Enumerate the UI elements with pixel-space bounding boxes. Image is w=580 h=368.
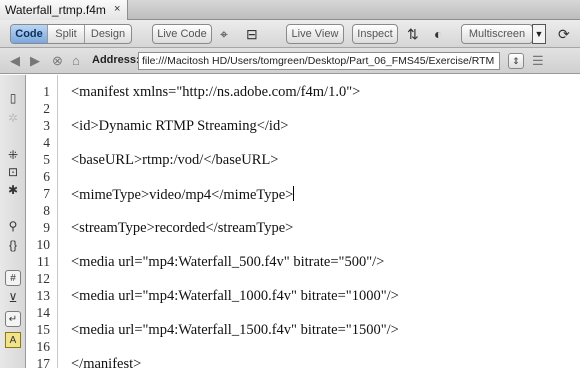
document-tab[interactable]: Waterfall_rtmp.f4m × (0, 0, 128, 20)
line-number: 17 (36, 356, 51, 368)
code-line[interactable]: <manifest xmlns="http://ns.adobe.com/f4m… (71, 84, 360, 101)
line-number: 10 (36, 237, 51, 252)
balance-braces-icon[interactable]: {} (5, 237, 21, 253)
preview-globe-icon[interactable]: ◐ (434, 25, 442, 43)
stop-icon[interactable]: ⊗ (52, 53, 63, 69)
multiscreen-button[interactable]: Multiscreen (461, 24, 533, 44)
code-line[interactable]: <streamType>recorded</streamType> (71, 220, 293, 237)
code-line-text: <id>Dynamic RTMP Streaming</id> (71, 118, 289, 134)
code-line-text: <media url="mp4:Waterfall_1500.f4v" bitr… (71, 322, 399, 338)
multiscreen-dropdown-icon[interactable]: ▼ (532, 24, 546, 44)
line-numbers-icon[interactable]: # (5, 270, 21, 286)
close-tab-icon[interactable]: × (114, 3, 120, 15)
address-label: Address: (92, 54, 140, 66)
code-navigator-icon[interactable]: ⌖ (220, 25, 228, 43)
code-line[interactable]: </manifest> (71, 356, 141, 368)
page-list-icon[interactable]: ☰ (532, 53, 544, 69)
code-line[interactable]: <id>Dynamic RTMP Streaming</id> (71, 118, 288, 135)
home-icon[interactable]: ⌂ (72, 53, 80, 68)
address-bar: ◀ ▶ ⊗ ⌂ Address: file:///Macitosh HD/Use… (0, 48, 580, 74)
collapse-full-tag-icon[interactable]: ⁜ (5, 147, 21, 163)
code-line[interactable]: <media url="mp4:Waterfall_1000.f4v" bitr… (71, 288, 399, 305)
line-number: 5 (43, 152, 50, 167)
syntax-coloring-icon[interactable]: A (5, 332, 21, 348)
collapse-selection-icon[interactable]: ⊡ (5, 164, 21, 180)
code-line-text: <baseURL>rtmp:/vod/</baseURL> (71, 152, 279, 168)
address-input[interactable]: file:///Macitosh HD/Users/tomgreen/Deskt… (138, 52, 500, 70)
code-line-text: <media url="mp4:Waterfall_1000.f4v" bitr… (71, 288, 399, 304)
line-number-gutter: 1 2 3 4 5 6 7 8 9 10 11 12 13 14 15 16 17 (27, 75, 58, 368)
code-line-text: <media url="mp4:Waterfall_500.f4v" bitra… (71, 254, 385, 270)
show-code-navigator-icon[interactable]: ✲ (5, 110, 21, 126)
code-line[interactable]: <baseURL>rtmp:/vod/</baseURL> (71, 152, 279, 169)
code-line-text: <mimeType>video/mp4</mimeType> (71, 187, 294, 203)
wrap-lines-icon[interactable]: ↵ (5, 311, 21, 327)
expand-all-icon[interactable]: ✱ (5, 182, 21, 198)
line-number: 3 (43, 118, 50, 133)
line-number: 9 (43, 220, 50, 235)
line-number: 8 (43, 203, 50, 218)
line-number: 1 (43, 84, 50, 99)
line-number: 2 (43, 101, 50, 116)
inspect-button[interactable]: Inspect (352, 24, 398, 44)
forward-arrow-icon[interactable]: ▶ (30, 53, 40, 69)
line-number: 12 (36, 271, 51, 286)
view-switcher: Code Split Design (10, 24, 132, 44)
highlight-invalid-code-icon[interactable]: ⊻ (5, 290, 21, 306)
live-view-button[interactable]: Live View (286, 24, 344, 44)
code-editor[interactable]: <manifest xmlns="http://ns.adobe.com/f4m… (58, 75, 580, 368)
line-number: 7 (43, 186, 50, 201)
refresh-icon[interactable]: ⟳ (558, 25, 570, 43)
back-arrow-icon[interactable]: ◀ (10, 53, 20, 69)
line-number: 11 (37, 254, 50, 269)
validate-markup-icon[interactable]: ⊟ (246, 25, 258, 43)
code-line-text: <manifest xmlns="http://ns.adobe.com/f4m… (71, 84, 361, 100)
code-line-text: <streamType>recorded</streamType> (71, 220, 294, 236)
select-parent-tag-icon[interactable]: ⚲ (5, 218, 21, 234)
code-line[interactable]: <media url="mp4:Waterfall_1500.f4v" bitr… (71, 322, 399, 339)
document-toolbar: Code Split Design Live Code ⌖ ⊟ Live Vie… (0, 20, 580, 48)
open-documents-icon[interactable]: ▯ (5, 90, 21, 106)
line-number: 15 (36, 322, 51, 337)
file-management-icon[interactable]: ⇅ (407, 25, 419, 43)
line-number: 13 (36, 288, 51, 303)
line-number: 14 (36, 305, 51, 320)
code-line[interactable]: <mimeType>video/mp4</mimeType> (71, 186, 295, 204)
live-code-button[interactable]: Live Code (152, 24, 212, 44)
design-view-button[interactable]: Design (85, 25, 131, 43)
split-view-button[interactable]: Split (48, 25, 85, 43)
document-tab-bar: Waterfall_rtmp.f4m × (0, 0, 580, 20)
code-line-text: </manifest> (71, 356, 142, 368)
line-number: 4 (43, 135, 50, 150)
document-tab-title: Waterfall_rtmp.f4m (5, 3, 106, 17)
code-view-button[interactable]: Code (11, 25, 48, 43)
browser-nav-options-icon[interactable]: ⇕ (508, 53, 524, 69)
code-line[interactable]: <media url="mp4:Waterfall_500.f4v" bitra… (71, 254, 384, 271)
coding-toolbar: ▯ ✲ ⁜ ⊡ ✱ ⚲ {} # ⊻ ↵ A (0, 75, 26, 368)
line-number: 6 (43, 169, 50, 184)
line-number: 16 (36, 339, 51, 354)
text-caret (293, 186, 295, 201)
